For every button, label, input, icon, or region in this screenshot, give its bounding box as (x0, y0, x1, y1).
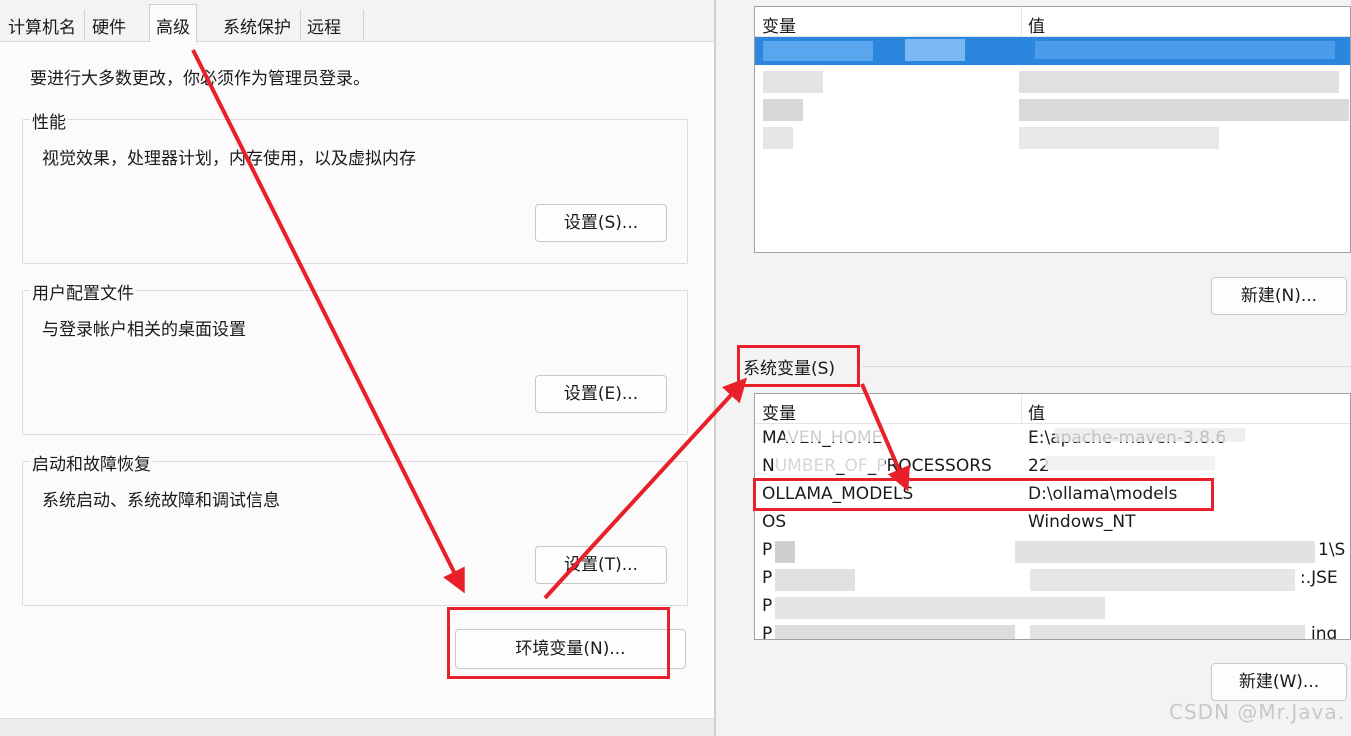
arrow-to-ollama-row (860, 383, 910, 492)
arrow-to-env-button (191, 49, 465, 594)
annotation-arrows (191, 49, 910, 600)
arrow-to-system-vars (543, 377, 748, 600)
